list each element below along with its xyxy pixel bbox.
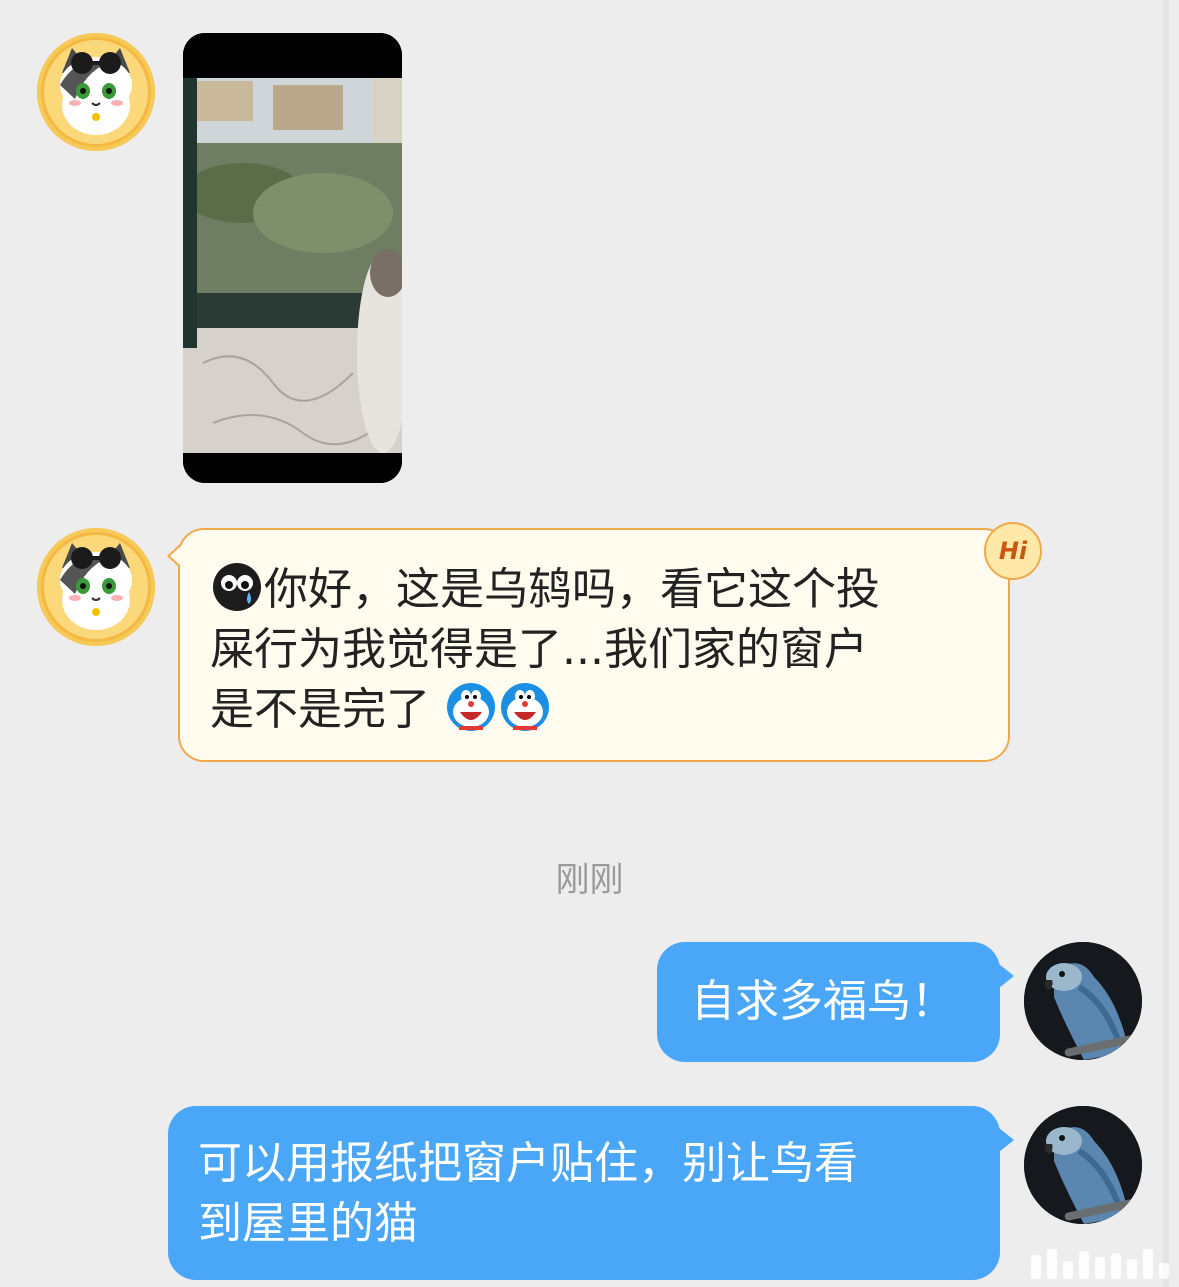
crying-black-face-emoji-icon bbox=[212, 562, 262, 612]
timestamp: 刚刚 bbox=[555, 860, 624, 900]
incoming-message-bubble[interactable]: 你好，这是乌鸫吗，看它这个投 屎行为我觉得是了...我们家的窗户 是不是完了 bbox=[167, 528, 1010, 762]
outgoing-message-bubble[interactable]: 可以用报纸把窗户贴住，别让鸟看 到屋里的猫 bbox=[168, 1106, 1014, 1280]
doraemon-emoji-icon bbox=[500, 682, 550, 732]
cat-avatar-icon[interactable] bbox=[37, 33, 155, 151]
message-text-line-2: 到屋里的猫 bbox=[198, 1198, 418, 1249]
scrollbar[interactable] bbox=[1163, 0, 1169, 1287]
watermark bbox=[1031, 1249, 1169, 1279]
message-text-line-1: 可以用报纸把窗户贴住，别让鸟看 bbox=[198, 1138, 858, 1189]
message-text-line-2: 屎行为我觉得是了...我们家的窗户 bbox=[210, 624, 868, 675]
parrot-avatar-icon[interactable] bbox=[1024, 1106, 1142, 1224]
hi-badge: Hi bbox=[984, 522, 1042, 580]
cat-avatar-icon[interactable] bbox=[37, 528, 155, 646]
message-text: 自求多福鸟！ bbox=[691, 976, 955, 1027]
doraemon-emoji-icon bbox=[446, 682, 496, 732]
parrot-avatar-icon[interactable] bbox=[1024, 942, 1142, 1060]
message-line: 你好，这是乌鸫吗，看它这个投 bbox=[210, 560, 972, 620]
outgoing-message-bubble[interactable]: 自求多福鸟！ bbox=[657, 942, 1014, 1062]
video-message-thumbnail[interactable] bbox=[183, 33, 402, 483]
message-text-line-3: 是不是完了 bbox=[210, 684, 430, 735]
message-line: 是不是完了 bbox=[210, 680, 972, 740]
message-text-line-1: 你好，这是乌鸫吗，看它这个投 bbox=[264, 564, 880, 615]
